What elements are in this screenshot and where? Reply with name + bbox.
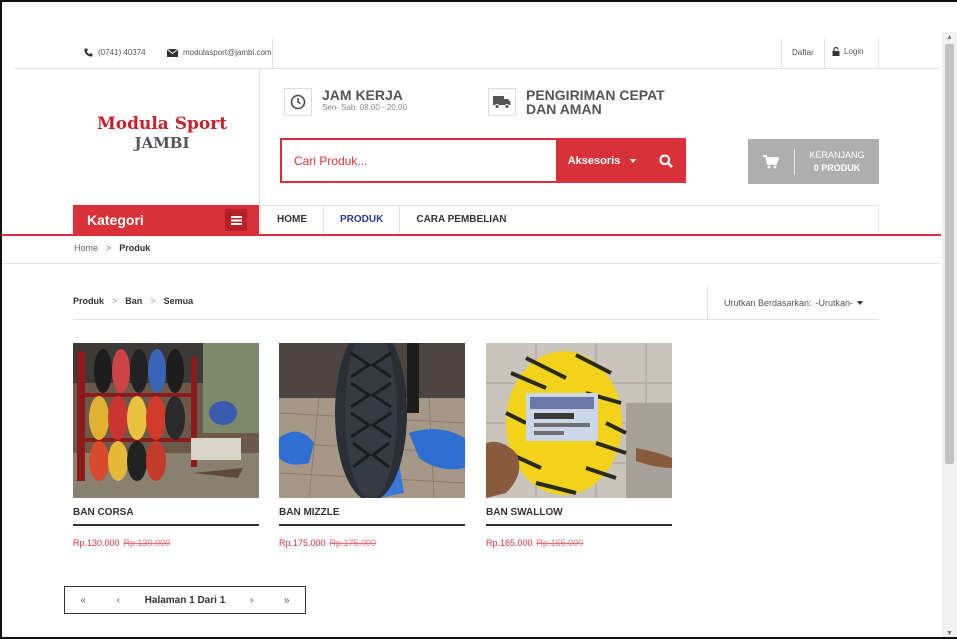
pager-label: Halaman 1 Dari 1 (144, 594, 226, 606)
main-nav: HOME PRODUK CARA PEMBELIAN (260, 205, 879, 235)
price-current: Rp.175.000 (279, 538, 326, 548)
nav-cara-pembelian[interactable]: CARA PEMBELIAN (400, 206, 522, 235)
breadcrumb-home[interactable]: Home (74, 243, 98, 253)
caret-down-icon (857, 301, 864, 305)
truck-icon (488, 88, 516, 116)
price-current: Rp.165.000 (486, 538, 533, 548)
price-old: Rp.130.000 (123, 538, 171, 548)
scroll-down-arrow-icon[interactable]: ▼ (946, 630, 953, 637)
path-separator: > (150, 296, 156, 306)
search-category-select[interactable]: Aksesoris (556, 140, 648, 181)
category-path: Produk > Ban > Semua (73, 296, 193, 306)
search-button[interactable] (648, 140, 684, 181)
product-image[interactable] (73, 343, 259, 498)
search-icon (659, 153, 673, 168)
vertical-scrollbar[interactable]: ▲ ▼ (942, 32, 957, 637)
register-link[interactable]: Daftar (792, 48, 814, 57)
working-hours-title: JAM KERJA (322, 87, 403, 103)
clock-icon (284, 88, 312, 116)
sort-value: -Urutkan- (815, 298, 854, 308)
product-card[interactable]: BAN SWALLOW Rp.165.000 Rp.165.000 (486, 343, 672, 548)
site-logo[interactable]: Modula Sport JAMBI (72, 114, 252, 152)
sort-label: Urutkan Berdasarkan: (723, 298, 812, 308)
product-name[interactable]: BAN SWALLOW (486, 507, 672, 526)
path-produk[interactable]: Produk (73, 296, 104, 306)
topbar-divider (781, 38, 782, 69)
product-card[interactable]: BAN MIZZLE Rp.175.000 Rp.175.000 (279, 343, 465, 548)
login-label: Login (844, 47, 864, 56)
page: (0741) 40374 modulasport@jambi.com Dafta… (2, 10, 941, 637)
envelope-icon (167, 48, 178, 57)
search-category-label: Aksesoris (567, 154, 621, 167)
product-name[interactable]: BAN MIZZLE (279, 507, 465, 526)
top-bar: (0741) 40374 modulasport@jambi.com Dafta… (14, 10, 938, 69)
logo-line-1: Modula Sport (96, 114, 228, 134)
path-separator: > (112, 296, 118, 306)
nav-home[interactable]: HOME (261, 206, 324, 235)
pager-last[interactable]: » (278, 595, 296, 606)
browser-frame: (0741) 40374 modulasport@jambi.com Dafta… (0, 0, 957, 639)
search-input[interactable] (282, 140, 556, 181)
lock-icon (832, 47, 840, 56)
logo-line-2: JAMBI (134, 134, 190, 152)
working-hours-block: JAM KERJA Sen- Sab: 08:00 - 20:00 (284, 88, 407, 116)
category-label: Kategori (87, 212, 144, 228)
path-ban[interactable]: Ban (125, 296, 142, 306)
working-hours-subtitle: Sen- Sab: 08:00 - 20:00 (322, 103, 407, 112)
shipping-title-1: PENGIRIMAN CEPAT (526, 87, 665, 103)
scroll-up-arrow-icon[interactable]: ▲ (946, 34, 953, 41)
caret-down-icon (630, 158, 637, 163)
pagination: « ‹ Halaman 1 Dari 1 › » (64, 586, 306, 614)
path-semua[interactable]: Semua (164, 296, 194, 306)
topbar-divider (824, 38, 825, 69)
product-image[interactable] (486, 343, 672, 498)
cart-label: KERANJANG (809, 149, 865, 160)
product-price: Rp.130.000 Rp.130.000 (73, 538, 259, 548)
sort-select[interactable]: Urutkan Berdasarkan: -Urutkan- (707, 286, 879, 320)
login-link[interactable]: Login (832, 47, 864, 56)
topbar-divider (878, 38, 879, 69)
cart-button[interactable]: KERANJANG 0 PRODUK (748, 139, 879, 184)
category-menu-button[interactable]: Kategori (73, 205, 259, 235)
product-price: Rp.165.000 Rp.165.000 (486, 538, 672, 548)
product-image[interactable] (279, 343, 465, 498)
shipping-title-2: DAN AMAN (526, 101, 602, 117)
phone-info: (0741) 40374 (84, 48, 146, 57)
cart-icon (748, 154, 794, 169)
search-bar: Aksesoris (280, 138, 686, 183)
nav-underline (2, 234, 941, 236)
cart-count: 0 PRODUK (813, 162, 861, 173)
product-price: Rp.175.000 Rp.175.000 (279, 538, 465, 548)
pager-next[interactable]: › (244, 595, 259, 606)
breadcrumb-divider (2, 263, 941, 264)
header-divider (259, 69, 260, 209)
email-info: modulasport@jambi.com (167, 48, 272, 57)
nav-produk[interactable]: PRODUK (324, 206, 401, 235)
price-old: Rp.175.000 (329, 538, 377, 548)
price-old: Rp.165.000 (536, 538, 584, 548)
phone-number: (0741) 40374 (98, 48, 146, 57)
hamburger-icon (225, 209, 247, 231)
breadcrumb-separator: > (106, 243, 112, 253)
pager-first[interactable]: « (74, 595, 92, 606)
product-card[interactable]: BAN CORSA Rp.130.000 Rp.130.000 (73, 343, 259, 548)
price-current: Rp.130.000 (73, 538, 120, 548)
phone-icon (84, 48, 93, 57)
breadcrumb: Home > Produk (74, 243, 150, 253)
breadcrumb-current: Produk (119, 243, 151, 253)
filter-bar: Produk > Ban > Semua Urutkan Berdasarkan… (73, 286, 879, 320)
pager-prev[interactable]: ‹ (111, 595, 126, 606)
topbar-divider (272, 38, 273, 69)
email-address[interactable]: modulasport@jambi.com (183, 48, 272, 57)
scrollbar-thumb[interactable] (945, 44, 954, 464)
shipping-block: PENGIRIMAN CEPAT DAN AMAN (488, 88, 665, 116)
product-name[interactable]: BAN CORSA (73, 507, 259, 526)
